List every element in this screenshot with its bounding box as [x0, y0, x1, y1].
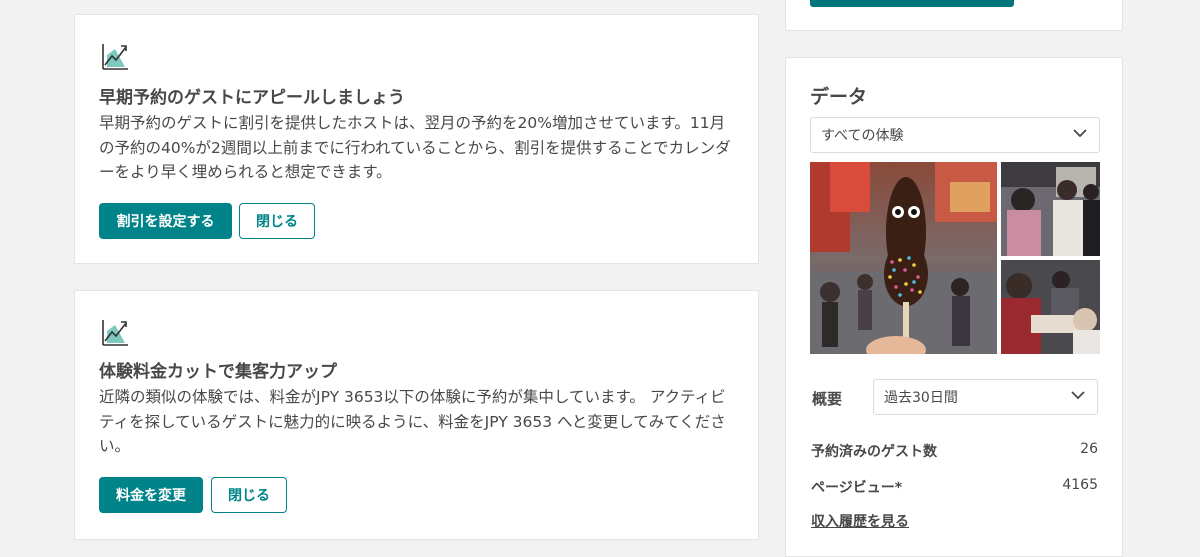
page-views-label: ページビュー* [811, 480, 903, 496]
change-price-button[interactable]: 料金を変更 [99, 477, 203, 513]
early-booking-suggestion-card: 早期予約のゲストにアピールしましょう 早期予約のゲストに割引を提供したホストは、… [74, 14, 759, 264]
experience-photo-bottom-right [1001, 260, 1100, 354]
chevron-down-icon [1073, 129, 1087, 138]
overview-label: 概要 [812, 390, 843, 408]
period-select-value: 過去30日間 [884, 390, 958, 406]
card-title: 早期予約のゲストにアピールしましょう [99, 88, 405, 108]
chart-growth-icon [102, 44, 128, 70]
period-select[interactable]: 過去30日間 [873, 379, 1098, 415]
experience-photo-top-right [1001, 162, 1100, 256]
close-button[interactable]: 閉じる [239, 203, 315, 239]
chart-growth-icon [102, 320, 128, 346]
earnings-history-link[interactable]: 収入履歴を見る [811, 511, 909, 531]
experience-select[interactable]: すべての体験 [810, 117, 1100, 153]
booked-guests-value: 26 [1080, 441, 1098, 457]
page-views-value: 4165 [1062, 477, 1098, 493]
top-action-button-partial[interactable] [810, 0, 1014, 7]
card-body: 近隣の類似の体験では、料金がJPY 3653以下の体験に予約が集中しています。 … [99, 388, 726, 455]
data-panel-title: データ [810, 86, 868, 108]
price-cut-suggestion-card: 体験料金カットで集客力アップ 近隣の類似の体験では、料金がJPY 3653以下の… [74, 290, 759, 540]
card-body: 早期予約のゲストに割引を提供したホストは、翌月の予約を20%増加させています。1… [99, 114, 731, 181]
set-discount-button[interactable]: 割引を設定する [99, 203, 232, 239]
booked-guests-label: 予約済みのゲスト数 [811, 444, 937, 460]
experience-select-value: すべての体験 [821, 128, 904, 144]
data-panel: データ すべての体験 概要 過去30日間 予約済みのゲスト数 26 ページビュー… [785, 57, 1123, 557]
card-title: 体験料金カットで集客力アップ [99, 362, 337, 382]
close-button[interactable]: 閉じる [211, 477, 287, 513]
chevron-down-icon [1071, 391, 1085, 400]
top-partial-card [785, 0, 1123, 31]
experience-photo-main [810, 162, 997, 354]
